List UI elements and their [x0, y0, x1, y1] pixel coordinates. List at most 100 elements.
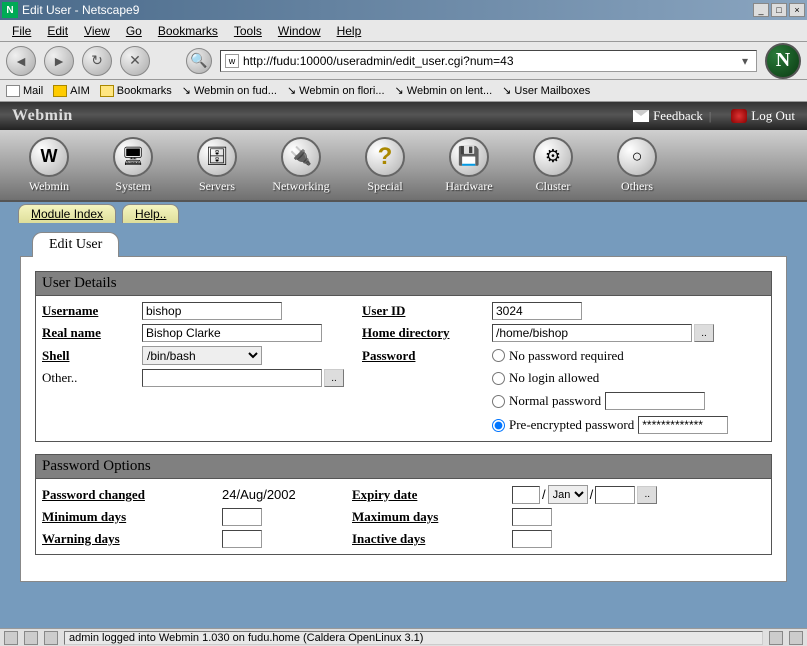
cluster-icon: ⚙ — [533, 137, 573, 177]
status-icon-1 — [4, 631, 18, 645]
nav-cluster[interactable]: ⚙Cluster — [514, 137, 592, 194]
maximize-button[interactable]: □ — [771, 3, 787, 17]
others-icon: ○ — [617, 137, 657, 177]
value-pwd-changed: 24/Aug/2002 — [222, 487, 342, 502]
input-home[interactable] — [492, 324, 692, 342]
label-userid: User ID — [362, 303, 482, 319]
address-dropdown[interactable]: ▾ — [738, 54, 752, 68]
close-button[interactable]: × — [789, 3, 805, 17]
input-other-shell[interactable] — [142, 369, 322, 387]
input-username[interactable] — [142, 302, 282, 320]
webmin-nav: WWebmin 🖥System 🗄Servers 🔌Networking ?Sp… — [0, 130, 807, 202]
menu-window[interactable]: Window — [272, 22, 327, 40]
radio-no-login[interactable] — [492, 372, 505, 385]
reload-button[interactable]: ↻ — [82, 46, 112, 76]
menu-view[interactable]: View — [78, 22, 116, 40]
input-encrypted-password[interactable] — [638, 416, 728, 434]
search-button[interactable]: 🔍 — [186, 48, 212, 74]
input-expiry-year[interactable] — [595, 486, 635, 504]
nav-others[interactable]: ○Others — [598, 137, 676, 194]
window-titlebar: N Edit User - Netscape9 _ □ × — [0, 0, 807, 20]
address-bar[interactable]: w ▾ — [220, 50, 757, 72]
input-min-days[interactable] — [222, 508, 262, 526]
hardware-icon: 💾 — [449, 137, 489, 177]
minimize-button[interactable]: _ — [753, 3, 769, 17]
input-realname[interactable] — [142, 324, 322, 342]
browse-other-button[interactable]: .. — [324, 369, 344, 387]
tab-module-index[interactable]: Module Index — [18, 204, 116, 223]
label-other: Other.. — [42, 370, 132, 386]
site-icon: w — [225, 54, 239, 68]
input-warn-days[interactable] — [222, 530, 262, 548]
bookmark-mail[interactable]: Mail — [6, 85, 43, 97]
radio-no-password[interactable] — [492, 349, 505, 362]
label-home: Home directory — [362, 325, 482, 341]
menu-go[interactable]: Go — [120, 22, 148, 40]
select-expiry-month[interactable]: Jan — [548, 485, 588, 504]
bookmark-item-0[interactable]: ↘ Webmin on fud... — [182, 84, 277, 97]
nav-special[interactable]: ?Special — [346, 137, 424, 194]
netscape-logo-icon — [765, 43, 801, 79]
section-user-details-title: User Details — [35, 271, 772, 296]
input-userid[interactable] — [492, 302, 582, 320]
back-button[interactable]: ◄ — [6, 46, 36, 76]
status-icon-4 — [769, 631, 783, 645]
address-input[interactable] — [243, 54, 738, 68]
menu-edit[interactable]: Edit — [41, 22, 74, 40]
networking-icon: 🔌 — [281, 137, 321, 177]
menu-help[interactable]: Help — [331, 22, 368, 40]
bookmark-item-1[interactable]: ↘ Webmin on flori... — [287, 84, 385, 97]
menu-tools[interactable]: Tools — [228, 22, 268, 40]
page-box: User Details Username User ID Real name … — [20, 256, 787, 582]
webmin-header: Webmin Feedback | Log Out — [0, 102, 807, 130]
feedback-link[interactable]: Feedback — [633, 108, 703, 124]
menu-file[interactable]: File — [6, 22, 37, 40]
input-inactive-days[interactable] — [512, 530, 552, 548]
menu-bookmarks[interactable]: Bookmarks — [152, 22, 224, 40]
system-icon: 🖥 — [113, 137, 153, 177]
input-normal-password[interactable] — [605, 392, 705, 410]
status-icon-5 — [789, 631, 803, 645]
forward-button[interactable]: ► — [44, 46, 74, 76]
browse-home-button[interactable]: .. — [694, 324, 714, 342]
radio-normal-password[interactable] — [492, 395, 505, 408]
special-icon: ? — [365, 137, 405, 177]
nav-servers[interactable]: 🗄Servers — [178, 137, 256, 194]
window-title: Edit User - Netscape9 — [22, 3, 753, 17]
page-area: Edit User User Details Username User ID … — [0, 223, 807, 590]
input-expiry-day[interactable] — [512, 486, 540, 504]
browse-expiry-button[interactable]: .. — [637, 486, 657, 504]
nav-webmin[interactable]: WWebmin — [10, 137, 88, 194]
label-realname: Real name — [42, 325, 132, 341]
label-pwd-changed: Password changed — [42, 487, 212, 503]
bookmark-bookmarks[interactable]: Bookmarks — [100, 85, 172, 97]
page-tab-edit-user: Edit User — [32, 232, 119, 257]
status-icon-2 — [24, 631, 38, 645]
mail-icon — [6, 85, 20, 97]
input-max-days[interactable] — [512, 508, 552, 526]
webmin-brand: Webmin — [12, 107, 73, 125]
statusbar: admin logged into Webmin 1.030 on fudu.h… — [0, 628, 807, 646]
nav-system[interactable]: 🖥System — [94, 137, 172, 194]
bookmark-item-2[interactable]: ↘ Webmin on lent... — [395, 84, 493, 97]
envelope-icon — [633, 110, 649, 122]
status-text: admin logged into Webmin 1.030 on fudu.h… — [64, 631, 763, 645]
section-password-options-title: Password Options — [35, 454, 772, 479]
nav-networking[interactable]: 🔌Networking — [262, 137, 340, 194]
app-icon: N — [2, 2, 18, 18]
logout-link[interactable]: Log Out — [731, 108, 795, 124]
subtab-row: Module Index Help.. — [0, 202, 807, 223]
servers-icon: 🗄 — [197, 137, 237, 177]
label-shell: Shell — [42, 348, 132, 364]
radio-encrypted-password[interactable] — [492, 419, 505, 432]
nav-hardware[interactable]: 💾Hardware — [430, 137, 508, 194]
folder-icon — [100, 85, 114, 97]
tab-help[interactable]: Help.. — [122, 204, 179, 223]
bookmark-aim[interactable]: AIM — [53, 85, 90, 97]
stop-button[interactable]: ✕ — [120, 46, 150, 76]
section-user-details: Username User ID Real name Home director… — [35, 296, 772, 442]
content-area: Webmin Feedback | Log Out WWebmin 🖥Syste… — [0, 102, 807, 628]
select-shell[interactable]: /bin/bash — [142, 346, 262, 365]
bookmark-item-3[interactable]: ↘ User Mailboxes — [502, 84, 590, 97]
webmin-icon: W — [29, 137, 69, 177]
